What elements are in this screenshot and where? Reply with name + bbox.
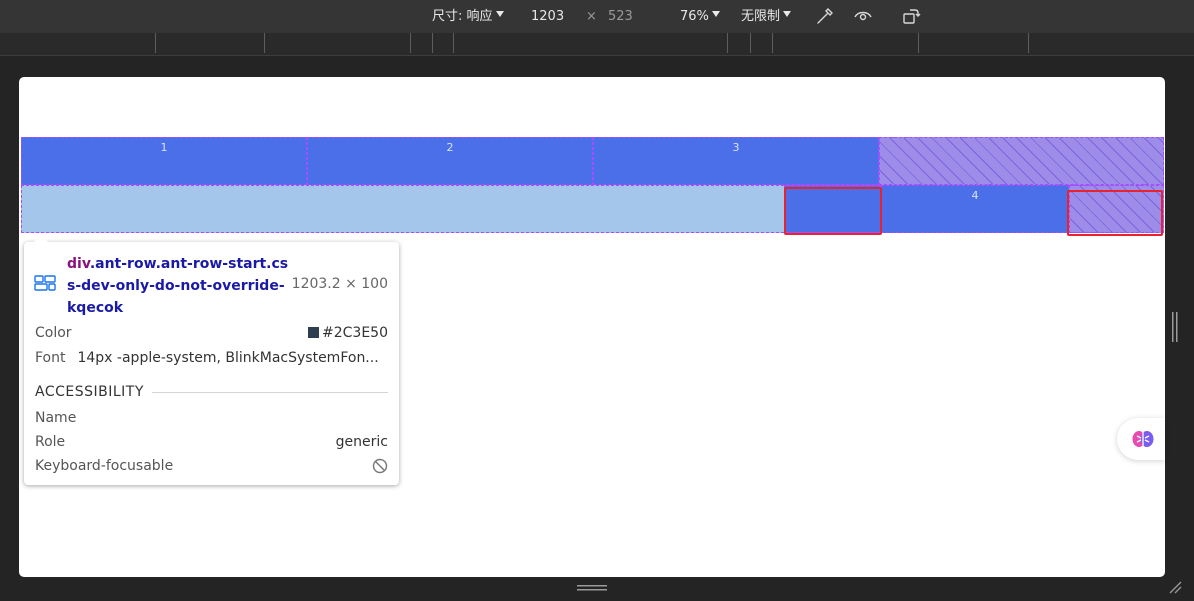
dropdown-caret-icon (711, 11, 720, 17)
grid-col-4: 4 (881, 185, 1069, 233)
throttle-label: 无限制 (741, 9, 781, 24)
color-swatch (308, 327, 320, 338)
color-row: Color #2C3E50 (35, 323, 388, 343)
selector-class: .ant-row.ant-row-start.css-dev-only-do-n… (67, 256, 289, 316)
name-row: Name (35, 408, 388, 428)
grid-col-2: 2 (307, 137, 593, 185)
grid-row-1: 1 2 3 (21, 137, 1164, 185)
color-picker-icon[interactable] (815, 6, 835, 26)
selector-tag: div (67, 256, 90, 272)
accessibility-section: ACCESSIBILITY (35, 382, 388, 402)
color-label: Color (35, 325, 72, 341)
width-input[interactable]: 1203 (531, 8, 564, 25)
font-label: Font (35, 350, 66, 366)
grid-empty-area (879, 137, 1164, 185)
not-allowed-icon (372, 458, 388, 474)
rotate-device-icon[interactable] (901, 6, 921, 26)
grid-row-2: 4 (21, 185, 1164, 233)
dimensions-dropdown[interactable]: 尺寸: 响应 (432, 8, 504, 25)
font-value: 14px -apple-system, BlinkMacSystemFon... (77, 350, 379, 366)
role-value: generic (335, 434, 388, 450)
zoom-label: 76% (680, 9, 709, 24)
color-value: #2C3E50 (308, 323, 388, 343)
element-size: 1203.2 × 100 (291, 276, 388, 292)
dropdown-caret-icon (495, 11, 504, 17)
eye-icon[interactable] (853, 6, 873, 26)
color-value-text: #2C3E50 (322, 325, 388, 341)
bottom-resize-handle[interactable] (577, 584, 607, 592)
role-label: Role (35, 434, 66, 450)
device-toolbar: 尺寸: 响应 1203 × 523 76% 无限制 (0, 0, 1194, 33)
dropdown-caret-icon (783, 11, 792, 17)
accessibility-heading: ACCESSIBILITY (35, 384, 144, 400)
row-padding-area (21, 185, 784, 233)
times-separator: × (586, 9, 597, 24)
ai-assistant-icon (1132, 431, 1154, 447)
zoom-dropdown[interactable]: 76% (680, 8, 720, 25)
grid-col-3: 3 (593, 137, 879, 185)
grid-layout-icon (34, 275, 56, 291)
focusable-label: Keyboard-focusable (35, 458, 174, 474)
focusable-row: Keyboard-focusable (35, 456, 388, 476)
inspect-tooltip: div.ant-row.ant-row-start.css-dev-only-d… (24, 235, 399, 485)
name-label: Name (35, 410, 77, 426)
corner-resize-grip[interactable] (1168, 580, 1182, 594)
throttle-dropdown[interactable]: 无限制 (741, 8, 792, 25)
highlight-box-2 (1067, 190, 1163, 236)
ai-assistant-button[interactable] (1117, 418, 1165, 460)
font-row: Font 14px -apple-system, BlinkMacSystemFo… (35, 348, 390, 368)
role-row: Role generic (35, 432, 388, 452)
highlight-box-1 (784, 187, 882, 235)
dimensions-label: 尺寸: 响应 (432, 9, 493, 24)
grid-col-1: 1 (21, 137, 307, 185)
side-resize-handle[interactable] (1171, 312, 1179, 342)
media-query-ruler (0, 33, 1194, 56)
element-selector: div.ant-row.ant-row-start.css-dev-only-d… (67, 253, 289, 319)
height-input[interactable]: 523 (608, 8, 633, 25)
